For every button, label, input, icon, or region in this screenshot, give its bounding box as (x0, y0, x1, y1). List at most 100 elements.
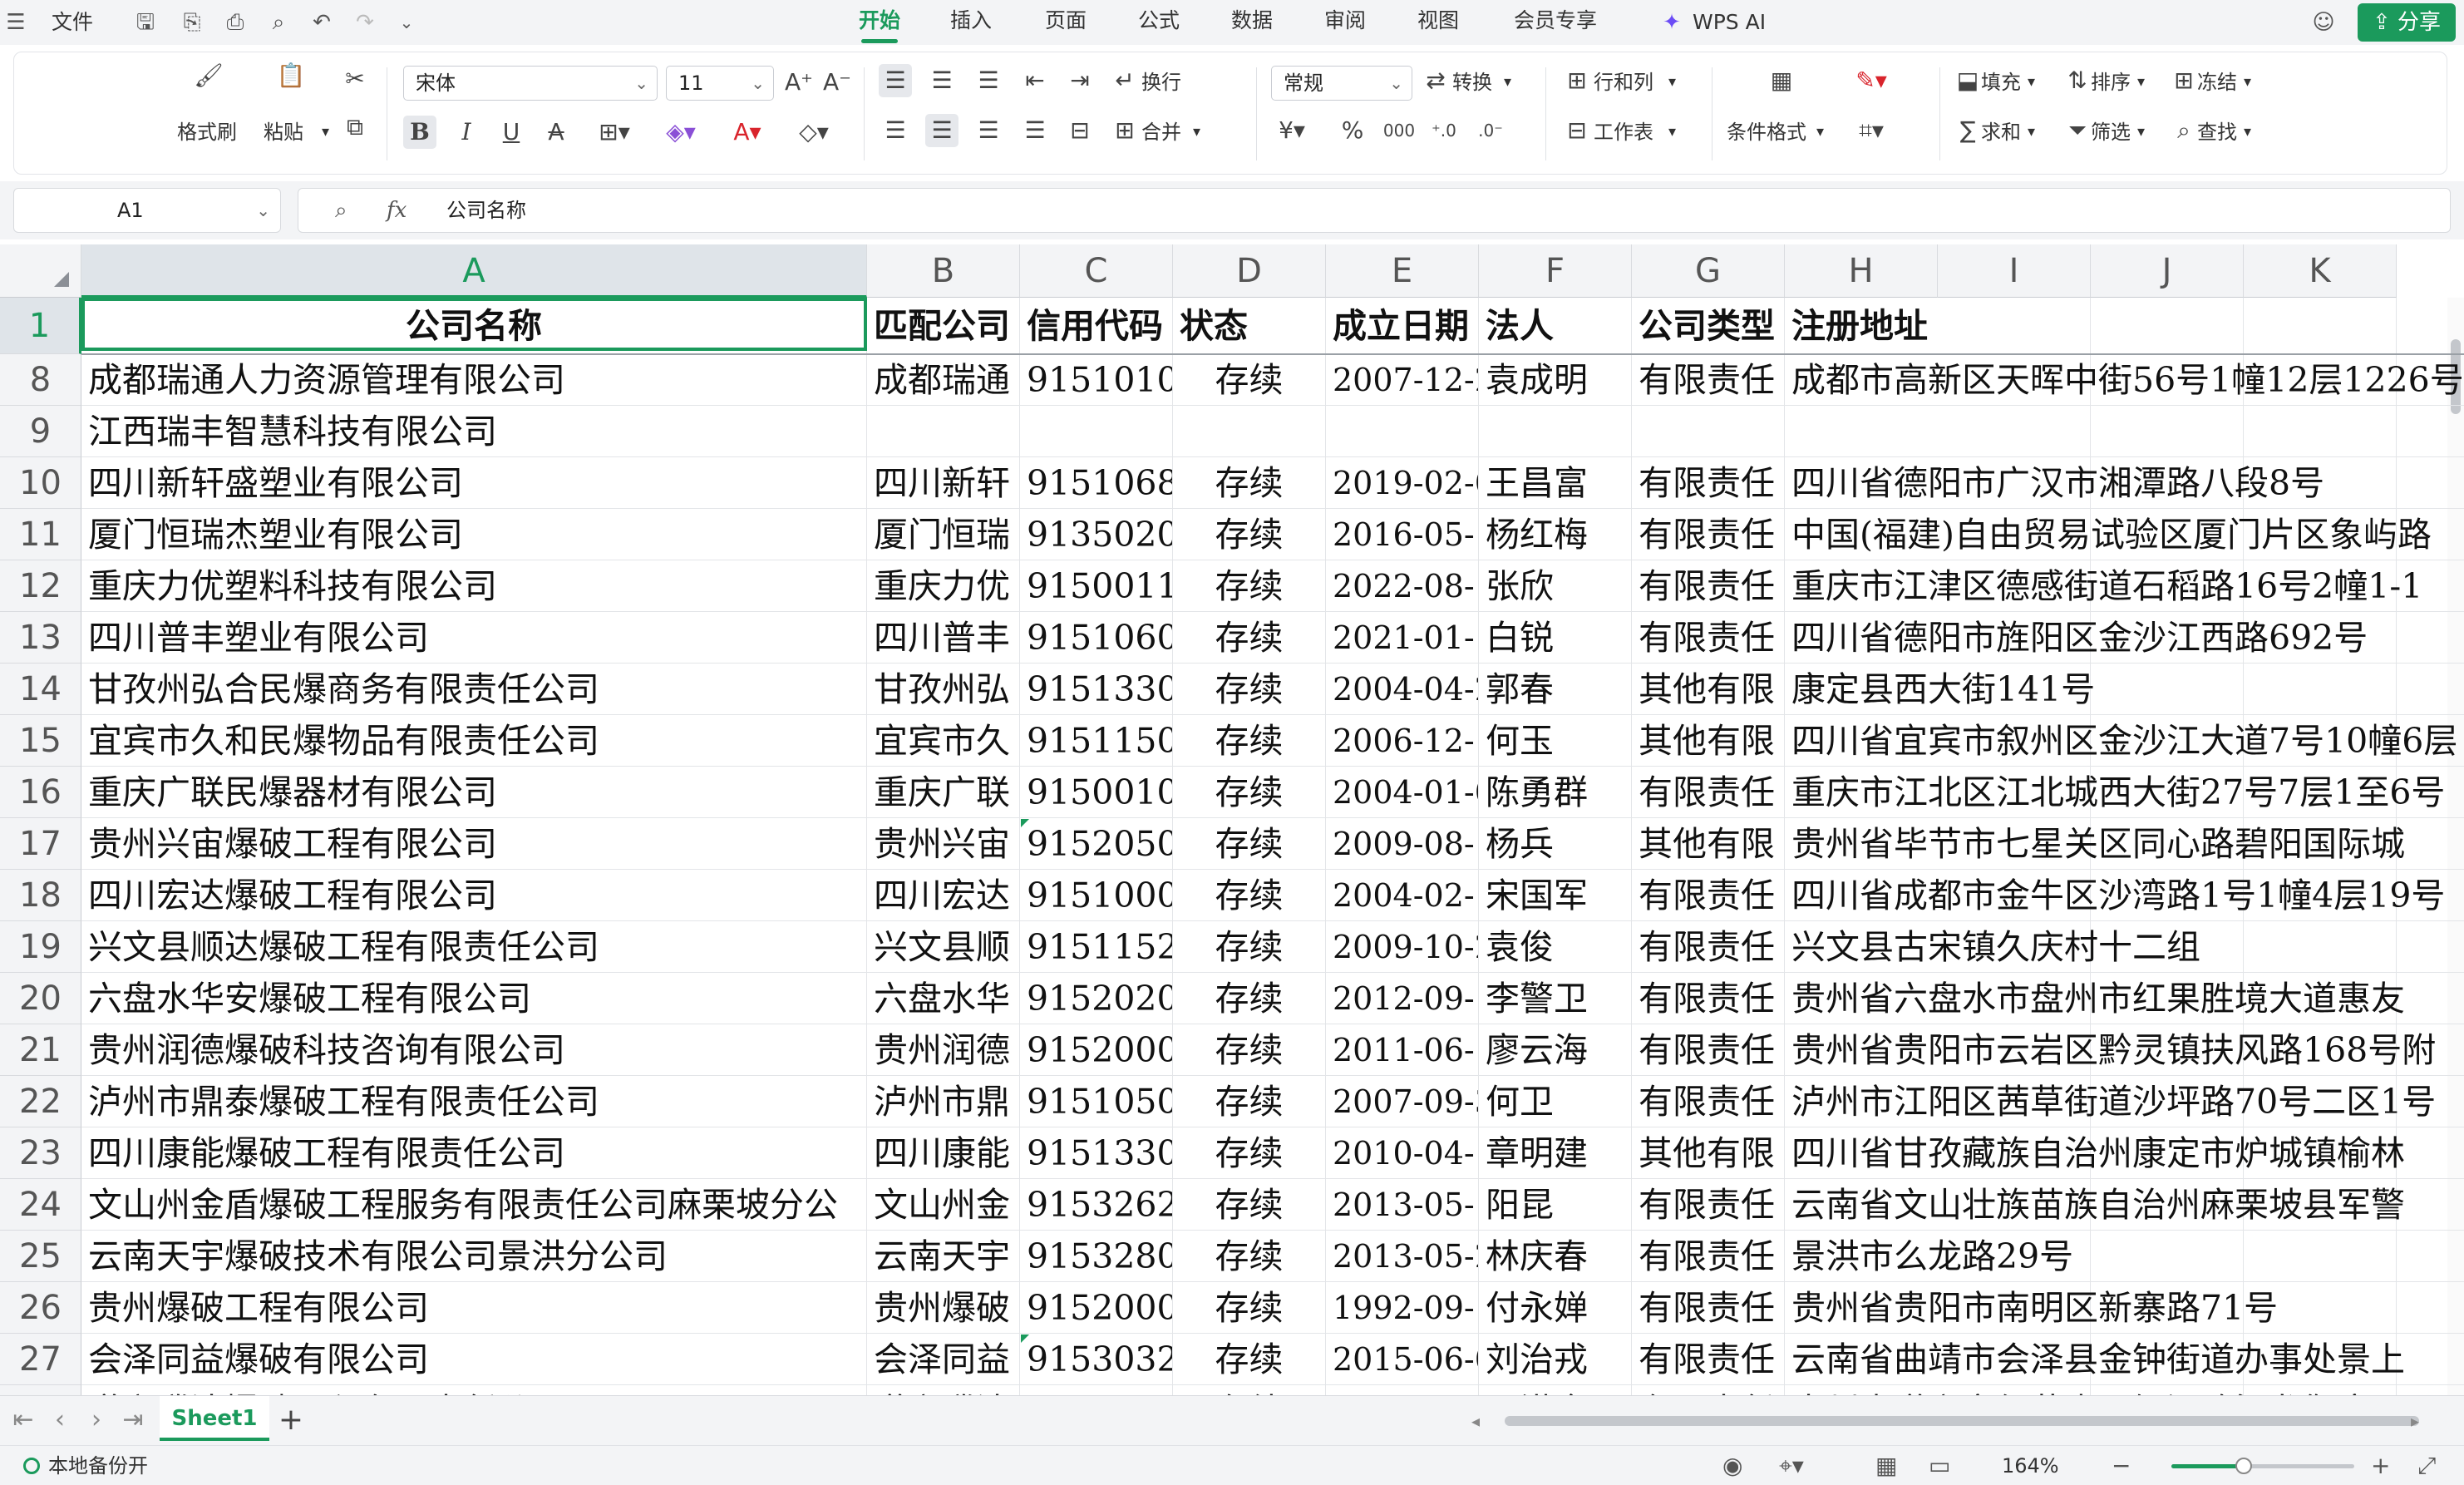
table-cell[interactable]: 2013-05-16 (1326, 1179, 1479, 1231)
table-cell[interactable]: 有限责任 (1632, 1024, 1785, 1076)
percent-icon[interactable]: % (1336, 116, 1369, 146)
table-cell[interactable]: 四川宏达爆破工程有限公司 (81, 870, 867, 921)
table-cell[interactable]: 存续 (1173, 1385, 1326, 1395)
table-cell[interactable]: 贵州润德 (867, 1024, 1020, 1076)
align-top-icon[interactable]: ☰ (879, 66, 912, 96)
table-cell[interactable]: 六盘水华安爆破工程有限公司 (81, 973, 867, 1024)
table-cell[interactable]: 2004-02-17 (1326, 870, 1479, 921)
table-cell[interactable]: 云南省曲靖市会泽县金钟街道办事处景上 (1785, 1334, 2464, 1385)
table-cell[interactable]: 四川新轩 (867, 457, 1020, 509)
table-cell[interactable]: 存续 (1173, 457, 1326, 509)
table-cell[interactable]: 甘孜州弘合民爆商务有限责任公司 (81, 664, 867, 715)
table-cell[interactable]: 何玉 (1479, 715, 1632, 767)
table-cell[interactable]: 存续 (1173, 664, 1326, 715)
table-cell[interactable] (1326, 406, 1479, 457)
table-cell[interactable]: 915105026 (1020, 1076, 1173, 1127)
underline-icon[interactable]: U (495, 117, 528, 147)
table-cell[interactable]: 91510600M (1020, 612, 1173, 664)
column-title-cell[interactable]: 注册地址 (1785, 298, 2464, 354)
table-cell[interactable]: 2006-12-18 (1326, 715, 1479, 767)
table-cell[interactable]: 四川省成都市金牛区沙湾路1号1幢4层19号 (1785, 870, 2464, 921)
format-painter-button[interactable]: 格式刷 (177, 119, 237, 146)
align-middle-icon[interactable]: ☰ (925, 66, 958, 96)
table-cell[interactable]: 泸州市江阳区茜草街道沙坪路70号二区1号 (1785, 1076, 2464, 1127)
fullscreen-icon[interactable]: ⤢ (2417, 1446, 2436, 1485)
column-header-g[interactable]: G (1632, 244, 1785, 298)
undo-icon[interactable]: ↶ (309, 10, 334, 35)
table-cell[interactable]: 915200002 (1020, 1282, 1173, 1334)
row-header[interactable]: 24 (0, 1179, 81, 1231)
table-cell[interactable]: 袁成明 (1479, 354, 1632, 406)
sort-dropdown-icon[interactable]: ▾ (2137, 69, 2145, 96)
italic-icon[interactable]: I (450, 117, 483, 147)
column-title-cell[interactable]: 法人 (1479, 298, 1632, 354)
table-cell[interactable]: 存续 (1173, 870, 1326, 921)
table-cell[interactable]: 林庆春 (1479, 1231, 1632, 1282)
tab-member[interactable]: 会员专享 (1503, 0, 1608, 45)
table-cell[interactable]: 存续 (1173, 973, 1326, 1024)
font-name-select[interactable]: 宋体 ⌄ (403, 66, 658, 101)
table-cell[interactable]: 2004-04-20 (1326, 664, 1479, 715)
filter-dropdown-icon[interactable]: ▾ (2137, 119, 2145, 146)
row-header[interactable]: 20 (0, 973, 81, 1024)
table-cell[interactable] (1785, 406, 2464, 457)
column-header-d[interactable]: D (1173, 244, 1326, 298)
table-cell[interactable]: 遵义腾达 (867, 1385, 1020, 1395)
table-cell[interactable]: 有限责任 (1632, 1076, 1785, 1127)
bold-icon[interactable]: B (403, 117, 436, 147)
row-header[interactable]: 14 (0, 664, 81, 715)
table-cell[interactable]: 江西瑞丰智慧科技有限公司 (81, 406, 867, 457)
table-cell[interactable]: 泸州市鼎泰爆破工程有限责任公司 (81, 1076, 867, 1127)
sum-dropdown-icon[interactable]: ▾ (2028, 119, 2035, 146)
select-all-corner[interactable] (0, 244, 81, 298)
cell-style-icon[interactable]: ✎▾ (1846, 66, 1896, 96)
freeze-button[interactable]: 冻结 (2197, 69, 2237, 96)
column-title-cell[interactable]: 成立日期 (1326, 298, 1479, 354)
align-left-icon[interactable]: ☰ (879, 116, 912, 146)
name-box[interactable]: A1 ⌄ (13, 188, 281, 233)
table-cell[interactable]: 915328000 (1020, 1231, 1173, 1282)
table-cell[interactable]: 91350200M (1020, 509, 1173, 560)
table-cell[interactable]: 存续 (1173, 354, 1326, 406)
table-cell[interactable]: 2016-05-13 (1326, 509, 1479, 560)
column-header-f[interactable]: F (1479, 244, 1632, 298)
worksheet-button[interactable]: 工作表 (1594, 119, 1653, 146)
tab-data[interactable]: 数据 (1220, 0, 1284, 45)
column-title-cell[interactable]: 匹配公司 (867, 298, 1020, 354)
table-cell[interactable]: 2012-09-14 (1326, 973, 1479, 1024)
table-cell[interactable]: 章明建 (1479, 1127, 1632, 1179)
eye-protection-icon[interactable]: ◉ (1722, 1446, 1742, 1485)
share-button[interactable]: ⇪ 分享 (2358, 3, 2456, 42)
view-mode-icon[interactable]: ⌖▾ (1779, 1446, 1804, 1485)
horizontal-scroll-thumb[interactable] (1505, 1416, 2419, 1426)
table-cell[interactable]: 有限责任 (1632, 612, 1785, 664)
table-cell[interactable] (1479, 406, 1632, 457)
save-icon[interactable]: 🖫 (133, 10, 158, 35)
table-cell[interactable] (1173, 406, 1326, 457)
table-cell[interactable]: 四川宏达 (867, 870, 1020, 921)
distributed-icon[interactable]: ⊟ (1063, 116, 1096, 146)
table-cell[interactable]: 宜宾市久和民爆物品有限责任公司 (81, 715, 867, 767)
table-cell[interactable]: 廖云海 (1479, 1024, 1632, 1076)
table-cell[interactable]: 贵州省贵阳市云岩区黔灵镇扶风路168号附 (1785, 1024, 2464, 1076)
font-color-icon[interactable]: A▾ (722, 117, 772, 147)
cond-format-dropdown-icon[interactable]: ▾ (1816, 119, 1824, 146)
convert-dropdown-icon[interactable]: ▾ (1504, 69, 1511, 96)
table-cell[interactable]: 915001057 (1020, 767, 1173, 818)
row-header[interactable]: 8 (0, 354, 81, 406)
comment-icon[interactable]: ☺ (2311, 10, 2336, 35)
column-header-c[interactable]: C (1020, 244, 1173, 298)
table-cell[interactable]: 贵州省六盘水市盘州市红果胜境大道惠友 (1785, 973, 2464, 1024)
find-dropdown-icon[interactable]: ▾ (2244, 119, 2251, 146)
table-cell[interactable]: 有限责任 (1632, 1334, 1785, 1385)
table-cell[interactable]: 康定县西大街141号 (1785, 664, 2464, 715)
paste-button[interactable]: 粘贴 (264, 119, 303, 146)
tab-review[interactable]: 审阅 (1313, 0, 1377, 45)
indent-icon[interactable]: ⇥ (1063, 66, 1096, 96)
error-indicator[interactable] (1021, 819, 1029, 827)
table-cell[interactable]: 存续 (1173, 715, 1326, 767)
table-cell[interactable]: 兴文县顺 (867, 921, 1020, 973)
row-header[interactable]: 17 (0, 818, 81, 870)
print-icon[interactable]: ⎙ (223, 10, 248, 35)
conditional-format-button[interactable]: 条件格式 (1727, 119, 1806, 146)
